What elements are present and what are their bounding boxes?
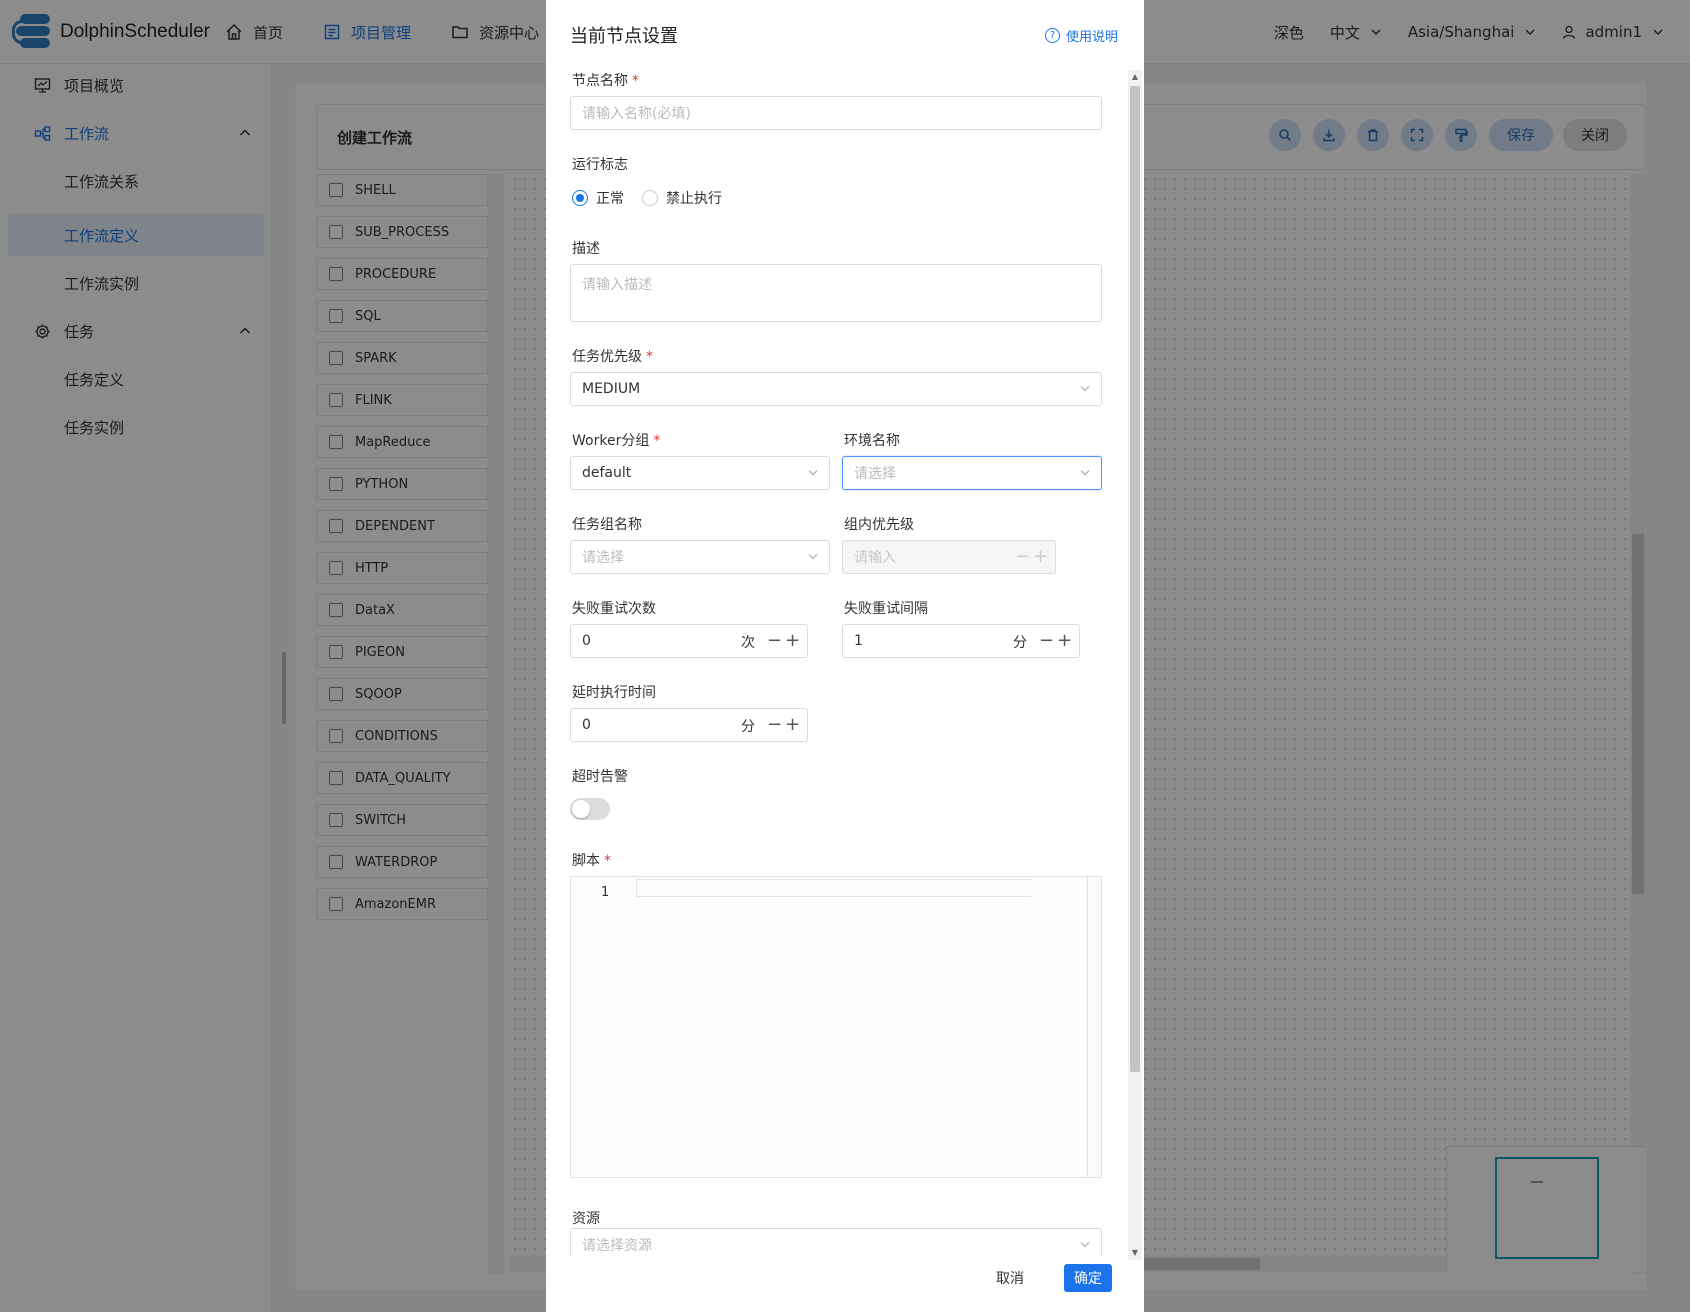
question-icon: ? <box>1044 28 1060 43</box>
minus-icon[interactable]: − <box>767 716 782 734</box>
retry-interval-label: 失败重试间隔 <box>844 601 928 617</box>
retry-times-label: 失败重试次数 <box>572 601 656 617</box>
drawer-scroll-thumb[interactable] <box>1130 86 1140 1072</box>
retry-interval-value: 1 <box>854 633 863 649</box>
retry-interval-unit: 分 <box>1013 635 1027 651</box>
radio-checked-icon <box>572 190 588 206</box>
group-priority-placeholder: 请输入 <box>854 550 896 566</box>
description-placeholder: 请输入描述 <box>582 277 652 293</box>
environment-placeholder: 请选择 <box>854 466 896 482</box>
node-settings-drawer: 当前节点设置 ? 使用说明 节点名称 * 请输入名称(必填) 运行标志 正常 禁止… <box>546 0 1144 1312</box>
chevron-down-icon <box>1080 386 1090 392</box>
timeout-alarm-switch[interactable] <box>570 798 610 820</box>
delay-time-input[interactable]: 0 分 − + <box>570 708 808 742</box>
retry-times-value: 0 <box>582 633 591 649</box>
description-textarea[interactable]: 请输入描述 <box>570 264 1102 322</box>
radio-label: 禁止执行 <box>666 191 722 207</box>
retry-times-unit: 次 <box>741 635 755 651</box>
task-group-select[interactable]: 请选择 <box>570 540 830 574</box>
plus-icon[interactable]: + <box>1057 632 1072 650</box>
switch-knob <box>572 800 590 818</box>
resources-select[interactable]: 请选择资源 <box>570 1228 1102 1256</box>
timeout-alarm-label: 超时告警 <box>572 769 628 785</box>
minus-icon[interactable]: − <box>767 632 782 650</box>
minus-icon[interactable]: − <box>1015 548 1030 566</box>
chevron-down-icon <box>808 470 818 476</box>
node-name-input[interactable]: 请输入名称(必填) <box>570 96 1102 130</box>
group-priority-label: 组内优先级 <box>844 517 914 533</box>
environment-label: 环境名称 <box>844 433 900 449</box>
chevron-down-icon <box>1080 1242 1090 1248</box>
resources-label: 资源 <box>572 1211 600 1227</box>
help-link-label: 使用说明 <box>1065 30 1118 45</box>
run-flag-normal-radio[interactable]: 正常 <box>572 188 624 208</box>
script-editor[interactable]: 1 <box>570 876 1102 1178</box>
worker-group-label-text: Worker分组 <box>572 433 650 449</box>
minus-icon[interactable]: − <box>1039 632 1054 650</box>
retry-interval-input[interactable]: 1 分 − + <box>842 624 1080 658</box>
scroll-down-arrow-icon[interactable]: ▼ <box>1130 1248 1140 1257</box>
radio-label: 正常 <box>596 191 624 207</box>
run-flag-forbid-radio[interactable]: 禁止执行 <box>642 188 722 208</box>
plus-icon[interactable]: + <box>1033 548 1048 566</box>
help-link[interactable]: ? 使用说明 <box>1044 26 1118 45</box>
description-label: 描述 <box>572 241 600 257</box>
editor-active-line[interactable] <box>636 879 1031 897</box>
node-settings-form: 节点名称 * 请输入名称(必填) 运行标志 正常 禁止执行 描述 请输入描述 任务… <box>570 66 1102 1256</box>
scroll-up-arrow-icon[interactable]: ▲ <box>1130 72 1140 81</box>
priority-select[interactable]: MEDIUM <box>570 372 1102 406</box>
task-group-placeholder: 请选择 <box>582 550 624 566</box>
node-name-label-text: 节点名称 <box>572 73 628 89</box>
editor-line-number: 1 <box>601 885 610 900</box>
environment-select[interactable]: 请选择 <box>842 456 1102 490</box>
script-label: 脚本 * <box>572 853 611 869</box>
priority-label: 任务优先级 * <box>572 349 653 365</box>
run-flag-label: 运行标志 <box>572 157 628 173</box>
priority-label-text: 任务优先级 <box>572 349 642 365</box>
node-name-placeholder: 请输入名称(必填) <box>582 106 691 122</box>
worker-group-value: default <box>582 465 632 481</box>
radio-unchecked-icon <box>642 190 658 206</box>
plus-icon[interactable]: + <box>785 632 800 650</box>
resources-placeholder: 请选择资源 <box>582 1238 652 1254</box>
worker-group-label: Worker分组 * <box>572 433 661 449</box>
drawer-title: 当前节点设置 <box>570 26 678 47</box>
script-label-text: 脚本 <box>572 853 600 869</box>
priority-value: MEDIUM <box>582 381 641 397</box>
retry-times-input[interactable]: 0 次 − + <box>570 624 808 658</box>
chevron-down-icon <box>1080 470 1090 476</box>
editor-scrollbar[interactable] <box>1087 877 1101 1177</box>
group-priority-input[interactable]: 请输入 − + <box>842 540 1056 574</box>
delay-time-unit: 分 <box>741 719 755 735</box>
worker-group-select[interactable]: default <box>570 456 830 490</box>
delay-time-label: 延时执行时间 <box>572 685 656 701</box>
chevron-down-icon <box>808 554 818 560</box>
delay-time-value: 0 <box>582 717 591 733</box>
plus-icon[interactable]: + <box>785 716 800 734</box>
confirm-button[interactable]: 确定 <box>1064 1264 1112 1292</box>
drawer-footer: 取消 确定 <box>546 1256 1144 1312</box>
cancel-button[interactable]: 取消 <box>982 1264 1038 1292</box>
task-group-label: 任务组名称 <box>572 517 642 533</box>
node-name-label: 节点名称 * <box>572 73 639 89</box>
